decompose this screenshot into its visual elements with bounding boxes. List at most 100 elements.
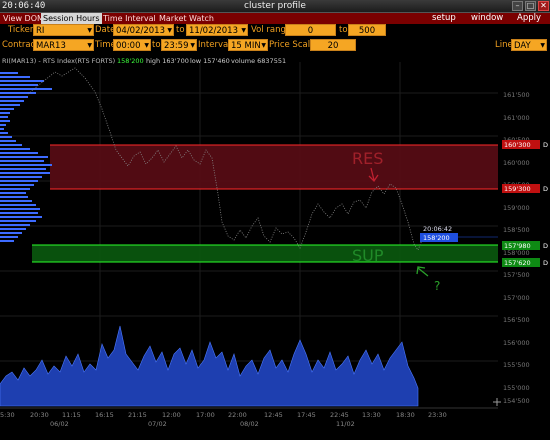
cluster-chart[interactable]: RI(MAR13) - RTS Index(RTS FORTS) 158'200… [0,54,550,440]
svg-text:17:45: 17:45 [297,411,316,419]
ticker-label: Ticker [8,25,34,35]
tab-market-watch[interactable]: Market Watch [157,13,216,24]
svg-text:157'000: 157'000 [503,294,530,302]
svg-text:18:30: 18:30 [396,411,415,419]
time-from-value: 00:00 [116,41,141,51]
res-bottom-marker: D [543,185,548,193]
svg-text:21:15: 21:15 [128,411,147,419]
interval-value: 15 MIN [231,41,261,51]
apply-button[interactable]: Apply [517,13,541,24]
date-to-value: 11/02/2013 [189,26,238,36]
chevron-down-icon: ▼ [241,27,246,34]
ticker-value: RI [36,26,45,36]
svg-text:22:45: 22:45 [330,411,349,419]
tab-view-dom[interactable]: View DOM [1,13,46,24]
svg-text:12:45: 12:45 [264,411,283,419]
svg-text:13:30: 13:30 [362,411,381,419]
interval-select[interactable]: 15 MIN ▼ [228,39,268,51]
legend-volume: volume 6837551 [231,57,286,65]
window-menu[interactable]: window [471,13,503,24]
vol-to-label: to [339,25,348,35]
svg-text:07/02: 07/02 [148,420,167,428]
chevron-down-icon: ▼ [87,27,92,34]
line-select[interactable]: DAY ▼ [511,39,547,51]
cursor-time: 20:06:42 [423,225,452,233]
svg-text:08/02: 08/02 [240,420,259,428]
tab-session-hours[interactable]: Session Hours [41,13,102,24]
price-scale-field[interactable]: 20 [310,39,356,51]
legend-symbol: RI(MAR13) - RTS Index(RTS FORTS) [2,57,115,65]
contract-value: MAR13 [36,41,66,51]
sup-bottom-marker: D [543,259,548,267]
svg-text:16:15: 16:15 [95,411,114,419]
chevron-down-icon: ▼ [190,42,195,49]
svg-text:11:15: 11:15 [62,411,81,419]
svg-text:161'500: 161'500 [503,91,530,99]
time-to-label: to [152,40,161,50]
svg-text:17:00: 17:00 [196,411,215,419]
contract-select[interactable]: MAR13 ▼ [33,39,94,51]
svg-text:23:30: 23:30 [428,411,447,419]
question-mark: ? [434,279,440,293]
svg-text:155'500: 155'500 [503,361,530,369]
vol-to-field[interactable]: 500 [348,24,386,36]
legend-last: 158'200 [117,57,144,65]
svg-text:158'500: 158'500 [503,226,530,234]
setup-menu[interactable]: setup [432,13,456,24]
svg-text:159'000: 159'000 [503,204,530,212]
legend-low: low 157'460 [190,57,230,65]
sup-bottom-price: 157'620 [504,259,531,267]
date-to-label: to [176,25,185,35]
chevron-down-icon: ▼ [261,42,266,49]
date-from-field[interactable]: 04/02/2013 ▼ [113,24,174,36]
res-bottom-price: 159'300 [504,185,531,193]
chevron-down-icon: ▼ [167,27,172,34]
legend-high: high 163'700 [146,57,189,65]
support-zone [32,245,498,262]
time-axis: 5:30 20:30 11:15 16:15 21:15 12:00 17:00… [0,411,447,419]
ticker-select[interactable]: RI ▼ [33,24,94,36]
svg-text:20:30: 20:30 [30,411,49,419]
sup-top-marker: D [543,242,548,250]
tab-time-interval[interactable]: Time Interval [101,13,158,24]
svg-text:11/02: 11/02 [336,420,355,428]
svg-text:155'000: 155'000 [503,384,530,392]
svg-text:157'500: 157'500 [503,271,530,279]
params-row-1: Ticker RI ▼ Date 04/02/2013 ▼ to 11/02/201… [0,24,550,39]
time-to-field[interactable]: 23:59 ▼ [161,39,197,51]
chevron-down-icon: ▼ [87,42,92,49]
vol-from-field[interactable]: 0 [285,24,336,36]
chart-canvas: RI(MAR13) - RTS Index(RTS FORTS) 158'200… [0,57,548,428]
date-from-value: 04/02/2013 [116,26,165,36]
res-top-price: 160'300 [504,141,531,149]
title-bar: 20:06:40 cluster profile – □ ✕ [0,0,550,13]
price-scale-label: Price Scale [269,40,316,50]
time-from-field[interactable]: 00:00 ▼ [113,39,151,51]
close-button[interactable]: ✕ [538,1,549,11]
maximize-button[interactable]: □ [525,1,536,11]
time-to-value: 23:59 [164,41,189,51]
minimize-button[interactable]: – [512,1,523,11]
svg-text:12:00: 12:00 [162,411,181,419]
svg-text:158'000: 158'000 [503,249,530,257]
svg-text:156'000: 156'000 [503,339,530,347]
interval-label: Interval [198,40,231,50]
date-to-field[interactable]: 11/02/2013 ▼ [186,24,248,36]
crosshair-icon[interactable] [493,398,501,406]
volume-profile [0,72,52,242]
svg-text:22:00: 22:00 [228,411,247,419]
svg-text:160'000: 160'000 [503,159,530,167]
volume-histogram [0,325,419,407]
cursor-price: 158'200 [423,234,450,242]
chevron-down-icon: ▼ [144,42,149,49]
line-value: DAY [514,41,531,51]
svg-text:154'500: 154'500 [503,397,530,405]
svg-text:5:30: 5:30 [0,411,15,419]
svg-text:156'500: 156'500 [503,316,530,324]
date-axis: 06/02 07/02 08/02 11/02 [50,420,355,428]
res-top-marker: D [543,141,548,149]
res-label: RES [352,149,383,168]
sup-top-price: 157'980 [504,242,531,250]
menu-bar: View DOM Session Hours Time Interval Mar… [0,13,550,24]
params-row-2: Contract MAR13 ▼ Time 00:00 ▼ to 23:59 ▼ In… [0,39,550,54]
